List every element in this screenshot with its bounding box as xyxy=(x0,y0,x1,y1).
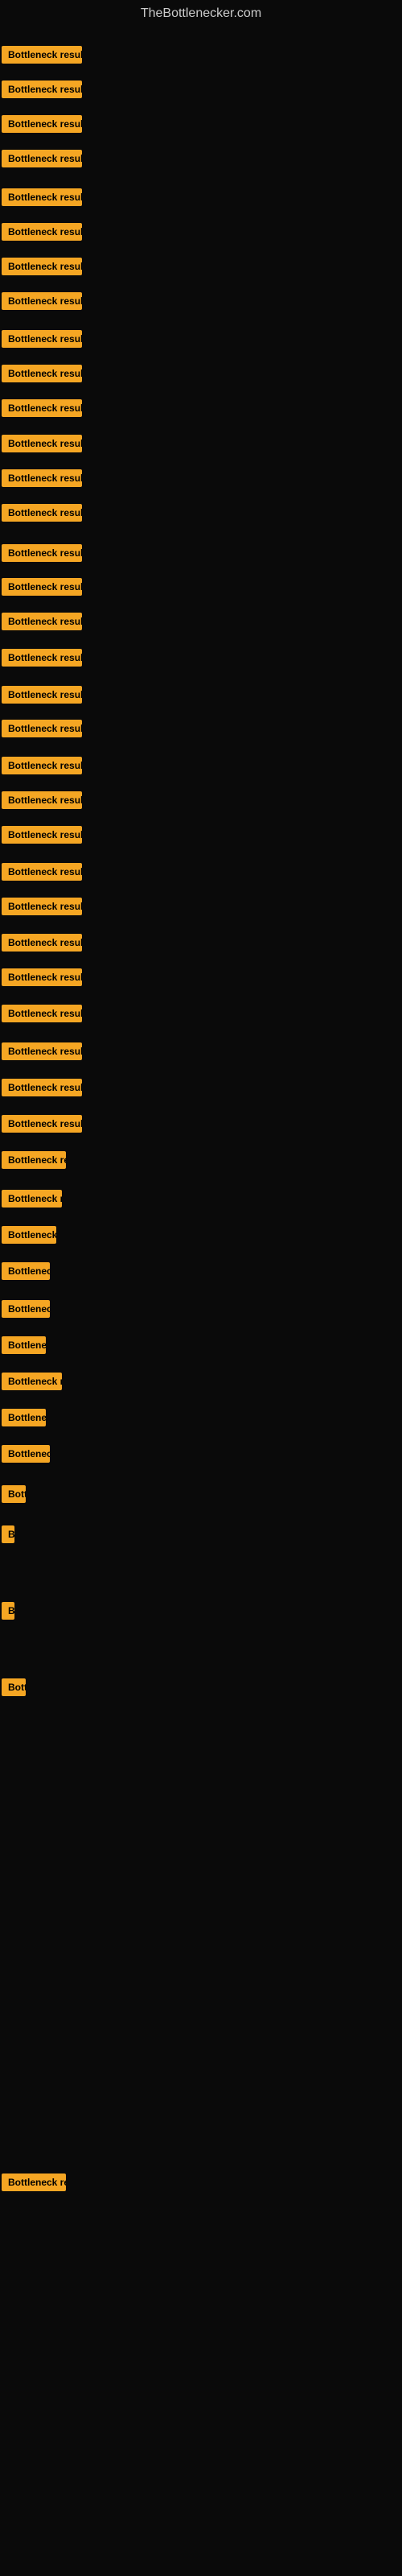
list-item: Bottleneck result xyxy=(2,686,82,708)
list-item: Bottleneck result xyxy=(2,1445,50,1467)
list-item: Bottleneck result xyxy=(2,1005,82,1026)
list-item: Bottleneck result xyxy=(2,399,82,421)
bottleneck-result-badge[interactable]: Bottleneck result xyxy=(2,1151,66,1169)
list-item: Bottleneck result xyxy=(2,46,82,68)
list-item: Bottleneck result xyxy=(2,1678,26,1700)
bottleneck-result-badge[interactable]: Bottleneck result xyxy=(2,544,82,562)
list-item: Bottleneck result xyxy=(2,863,82,885)
bottleneck-result-badge[interactable]: Bottleneck result xyxy=(2,1445,50,1463)
site-title: TheBottlenecker.com xyxy=(0,0,402,27)
bottleneck-result-badge[interactable]: Bottleneck result xyxy=(2,1336,46,1354)
bottleneck-result-badge[interactable]: Bottleneck result xyxy=(2,330,82,348)
bottleneck-result-badge[interactable]: Bottleneck result xyxy=(2,1602,14,1620)
list-item: Bottleneck result xyxy=(2,330,82,352)
bottleneck-result-badge[interactable]: Bottleneck result xyxy=(2,826,82,844)
bottleneck-result-badge[interactable]: Bottleneck result xyxy=(2,898,82,915)
bottleneck-result-badge[interactable]: Bottleneck result xyxy=(2,258,82,275)
bottleneck-result-badge[interactable]: Bottleneck result xyxy=(2,1373,62,1390)
bottleneck-result-badge[interactable]: Bottleneck result xyxy=(2,934,82,952)
bottleneck-result-badge[interactable]: Bottleneck result xyxy=(2,292,82,310)
bottleneck-result-badge[interactable]: Bottleneck result xyxy=(2,399,82,417)
bottleneck-result-badge[interactable]: Bottleneck result xyxy=(2,968,82,986)
list-item: Bottleneck result xyxy=(2,1300,50,1322)
bottleneck-result-badge[interactable]: Bottleneck result xyxy=(2,365,82,382)
bottleneck-result-badge[interactable]: Bottleneck result xyxy=(2,1262,50,1280)
bottleneck-result-badge[interactable]: Bottleneck result xyxy=(2,613,82,630)
list-item: Bottleneck result xyxy=(2,80,82,102)
list-item: Bottleneck result xyxy=(2,1336,46,1358)
bottleneck-result-badge[interactable]: Bottleneck result xyxy=(2,435,82,452)
list-item: Bottleneck result xyxy=(2,578,82,600)
list-item: Bottleneck result xyxy=(2,791,82,813)
list-item: Bottleneck result xyxy=(2,292,82,314)
bottleneck-result-badge[interactable]: Bottleneck result xyxy=(2,1300,50,1318)
list-item: Bottleneck result xyxy=(2,720,82,741)
bottleneck-result-badge[interactable]: Bottleneck result xyxy=(2,2174,66,2191)
bottleneck-result-badge[interactable]: Bottleneck result xyxy=(2,1190,62,1208)
bottleneck-result-badge[interactable]: Bottleneck result xyxy=(2,1485,26,1503)
list-item: Bottleneck result xyxy=(2,504,82,526)
bottleneck-result-badge[interactable]: Bottleneck result xyxy=(2,1005,82,1022)
bottleneck-result-badge[interactable]: Bottleneck result xyxy=(2,469,82,487)
bottleneck-result-badge[interactable]: Bottleneck result xyxy=(2,188,82,206)
bottleneck-result-badge[interactable]: Bottleneck result xyxy=(2,686,82,704)
list-item: Bottleneck result xyxy=(2,1190,62,1212)
list-item: Bottleneck result xyxy=(2,223,82,245)
list-item: Bottleneck result xyxy=(2,613,82,634)
list-item: Bottleneck result xyxy=(2,898,82,919)
bottleneck-result-badge[interactable]: Bottleneck result xyxy=(2,863,82,881)
bottleneck-result-badge[interactable]: Bottleneck result xyxy=(2,46,82,64)
bottleneck-result-badge[interactable]: Bottleneck result xyxy=(2,720,82,737)
list-item: Bottleneck result xyxy=(2,1115,82,1137)
bottleneck-result-badge[interactable]: Bottleneck result xyxy=(2,649,82,667)
bottleneck-result-badge[interactable]: Bottleneck result xyxy=(2,1079,82,1096)
list-item: Bottleneck result xyxy=(2,1602,14,1624)
bottleneck-result-badge[interactable]: Bottleneck result xyxy=(2,1042,82,1060)
list-item: Bottleneck result xyxy=(2,2174,66,2195)
list-item: Bottleneck result xyxy=(2,1409,46,1430)
list-item: Bottleneck result xyxy=(2,258,82,279)
list-item: Bottleneck result xyxy=(2,1226,56,1248)
list-item: Bottleneck result xyxy=(2,1525,14,1547)
list-item: Bottleneck result xyxy=(2,188,82,210)
list-item: Bottleneck result xyxy=(2,150,82,171)
bottleneck-result-badge[interactable]: Bottleneck result xyxy=(2,150,82,167)
list-item: Bottleneck result xyxy=(2,1151,66,1173)
list-item: Bottleneck result xyxy=(2,826,82,848)
bottleneck-result-badge[interactable]: Bottleneck result xyxy=(2,115,82,133)
bottleneck-result-badge[interactable]: Bottleneck result xyxy=(2,1226,56,1244)
bottleneck-result-badge[interactable]: Bottleneck result xyxy=(2,791,82,809)
list-item: Bottleneck result xyxy=(2,544,82,566)
bottleneck-result-badge[interactable]: Bottleneck result xyxy=(2,1409,46,1426)
bottleneck-result-badge[interactable]: Bottleneck result xyxy=(2,1525,14,1543)
list-item: Bottleneck result xyxy=(2,1079,82,1100)
list-item: Bottleneck result xyxy=(2,934,82,956)
bottleneck-result-badge[interactable]: Bottleneck result xyxy=(2,223,82,241)
list-item: Bottleneck result xyxy=(2,1373,62,1394)
list-item: Bottleneck result xyxy=(2,1042,82,1064)
list-item: Bottleneck result xyxy=(2,968,82,990)
bottleneck-result-badge[interactable]: Bottleneck result xyxy=(2,504,82,522)
list-item: Bottleneck result xyxy=(2,435,82,456)
bottleneck-result-badge[interactable]: Bottleneck result xyxy=(2,1678,26,1696)
list-item: Bottleneck result xyxy=(2,1262,50,1284)
list-item: Bottleneck result xyxy=(2,469,82,491)
bottleneck-result-badge[interactable]: Bottleneck result xyxy=(2,80,82,98)
list-item: Bottleneck result xyxy=(2,365,82,386)
bottleneck-result-badge[interactable]: Bottleneck result xyxy=(2,1115,82,1133)
list-item: Bottleneck result xyxy=(2,757,82,778)
bottleneck-result-badge[interactable]: Bottleneck result xyxy=(2,757,82,774)
list-item: Bottleneck result xyxy=(2,649,82,671)
bottleneck-result-badge[interactable]: Bottleneck result xyxy=(2,578,82,596)
list-item: Bottleneck result xyxy=(2,115,82,137)
list-item: Bottleneck result xyxy=(2,1485,26,1507)
